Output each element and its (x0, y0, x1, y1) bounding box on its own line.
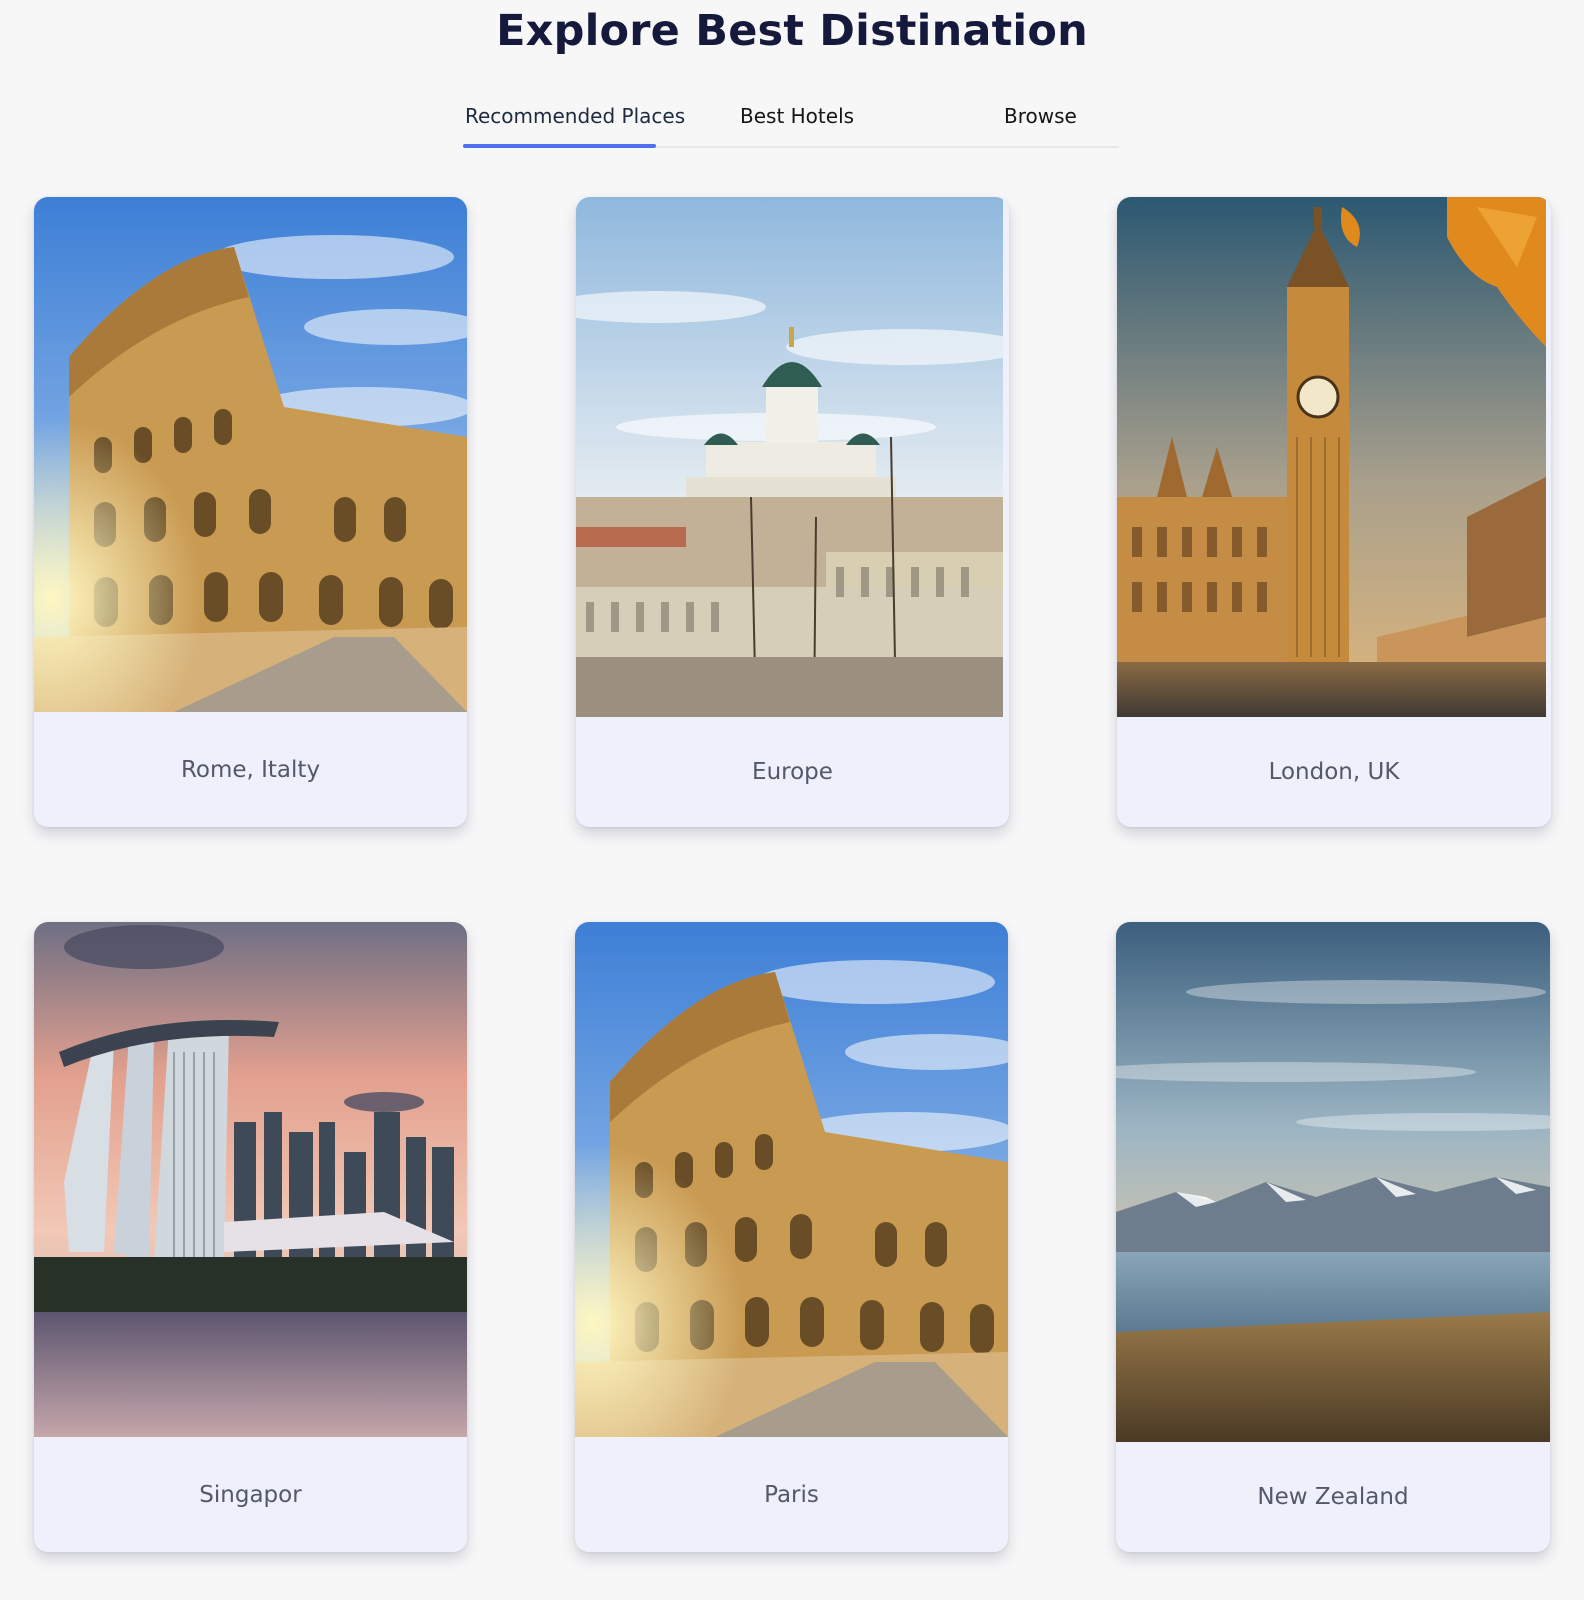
destination-caption: Paris (575, 1437, 1008, 1552)
active-tab-indicator (463, 144, 656, 148)
page-title: Explore Best Distination (496, 6, 1088, 56)
destination-card[interactable]: New Zealand (1116, 922, 1550, 1552)
destination-caption: Singapor (34, 1437, 467, 1552)
tab-best-hotels[interactable]: Best Hotels (740, 104, 854, 128)
destination-card[interactable]: London, UK (1117, 197, 1551, 827)
destination-image (34, 197, 467, 712)
destination-card[interactable]: Paris (575, 922, 1008, 1552)
destination-caption: New Zealand (1116, 1442, 1550, 1552)
destination-card[interactable]: Singapor (34, 922, 467, 1552)
destination-image (1117, 197, 1546, 717)
destination-image (575, 922, 1008, 1437)
destination-image (1116, 922, 1550, 1442)
destination-caption: Rome, Italty (34, 712, 467, 827)
destination-caption: London, UK (1117, 717, 1551, 827)
destination-card[interactable]: Europe (576, 197, 1009, 827)
destination-image (576, 197, 1003, 717)
tab-recommended-places[interactable]: Recommended Places (465, 104, 685, 128)
destination-card[interactable]: Rome, Italty (34, 197, 467, 827)
destination-tabs: Recommended Places Best Hotels Browse (463, 96, 1119, 148)
destination-image (34, 922, 467, 1437)
destination-caption: Europe (576, 717, 1009, 827)
tab-browse[interactable]: Browse (1004, 104, 1077, 128)
